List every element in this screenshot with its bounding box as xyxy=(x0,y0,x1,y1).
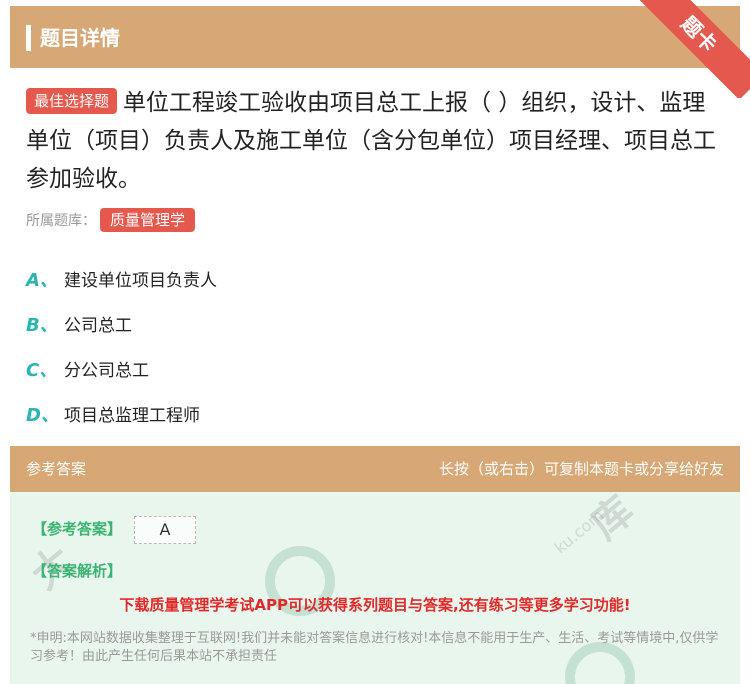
option-text: 分公司总工 xyxy=(64,361,149,381)
reference-answer-label: 【参考答案】 xyxy=(32,520,123,538)
answer-section-label: 参考答案 xyxy=(26,460,87,478)
option-letter: C、 xyxy=(26,359,58,381)
question-text-block: 最佳选择题 单位工程竣工验收由项目总工上报（ ）组织，设计、监理单位（项目）负责人… xyxy=(26,84,724,198)
card-header: 题目详情 题卡 xyxy=(10,0,750,98)
page-title: 题目详情 xyxy=(40,26,120,50)
question-type-badge: 最佳选择题 xyxy=(26,88,118,114)
options-list: A、 建设单位项目负责人 B、 公司总工 C、 分公司总工 D、 项目总监理工程… xyxy=(10,256,740,436)
option-letter: A、 xyxy=(26,269,58,291)
question-body: 最佳选择题 单位工程竣工验收由项目总工上报（ ）组织，设计、监理单位（项目）负责人… xyxy=(10,68,740,232)
reference-answer-value: A xyxy=(134,516,196,544)
option-a[interactable]: A、 建设单位项目负责人 xyxy=(26,256,740,301)
question-card: 题目详情 题卡 最佳选择题 单位工程竣工验收由项目总工上报（ ）组织，设计、监理单… xyxy=(10,0,750,436)
answer-header: 参考答案 长按（或右击）可复制本题卡或分享给好友 xyxy=(10,446,740,492)
option-letter: B、 xyxy=(26,314,58,336)
question-bank-label: 所属题库： xyxy=(26,213,96,229)
option-text: 项目总监理工程师 xyxy=(64,406,200,426)
header-accent-bar xyxy=(26,25,31,51)
option-b[interactable]: B、 公司总工 xyxy=(26,301,740,346)
subject-badge[interactable]: 质量管理学 xyxy=(100,208,196,232)
disclaimer-text: *申明:本网站数据收集整理于互联网!我们并未能对答案信息进行核对!本信息不能用于… xyxy=(30,631,719,664)
option-d[interactable]: D、 项目总监理工程师 xyxy=(26,391,740,436)
download-app-link[interactable]: 下载质量管理学考试APP可以获得系列题目与答案,还有练习等更多学习功能! xyxy=(10,594,740,615)
question-text: 单位工程竣工验收由项目总工上报（ ）组织，设计、监理单位（项目）负责人及施工单位… xyxy=(26,90,716,192)
answer-section: 参考答案 长按（或右击）可复制本题卡或分享给好友 大 库 ku.com 【参考答… xyxy=(10,446,740,684)
option-text: 公司总工 xyxy=(64,316,132,336)
copy-share-hint: 长按（或右击）可复制本题卡或分享给好友 xyxy=(438,460,724,478)
analysis-label: 【答案解析】 xyxy=(32,562,123,580)
option-c[interactable]: C、 分公司总工 xyxy=(26,346,740,391)
question-bank-row: 所属题库： 质量管理学 xyxy=(26,208,724,232)
option-letter: D、 xyxy=(26,404,59,426)
option-text: 建设单位项目负责人 xyxy=(64,271,217,291)
